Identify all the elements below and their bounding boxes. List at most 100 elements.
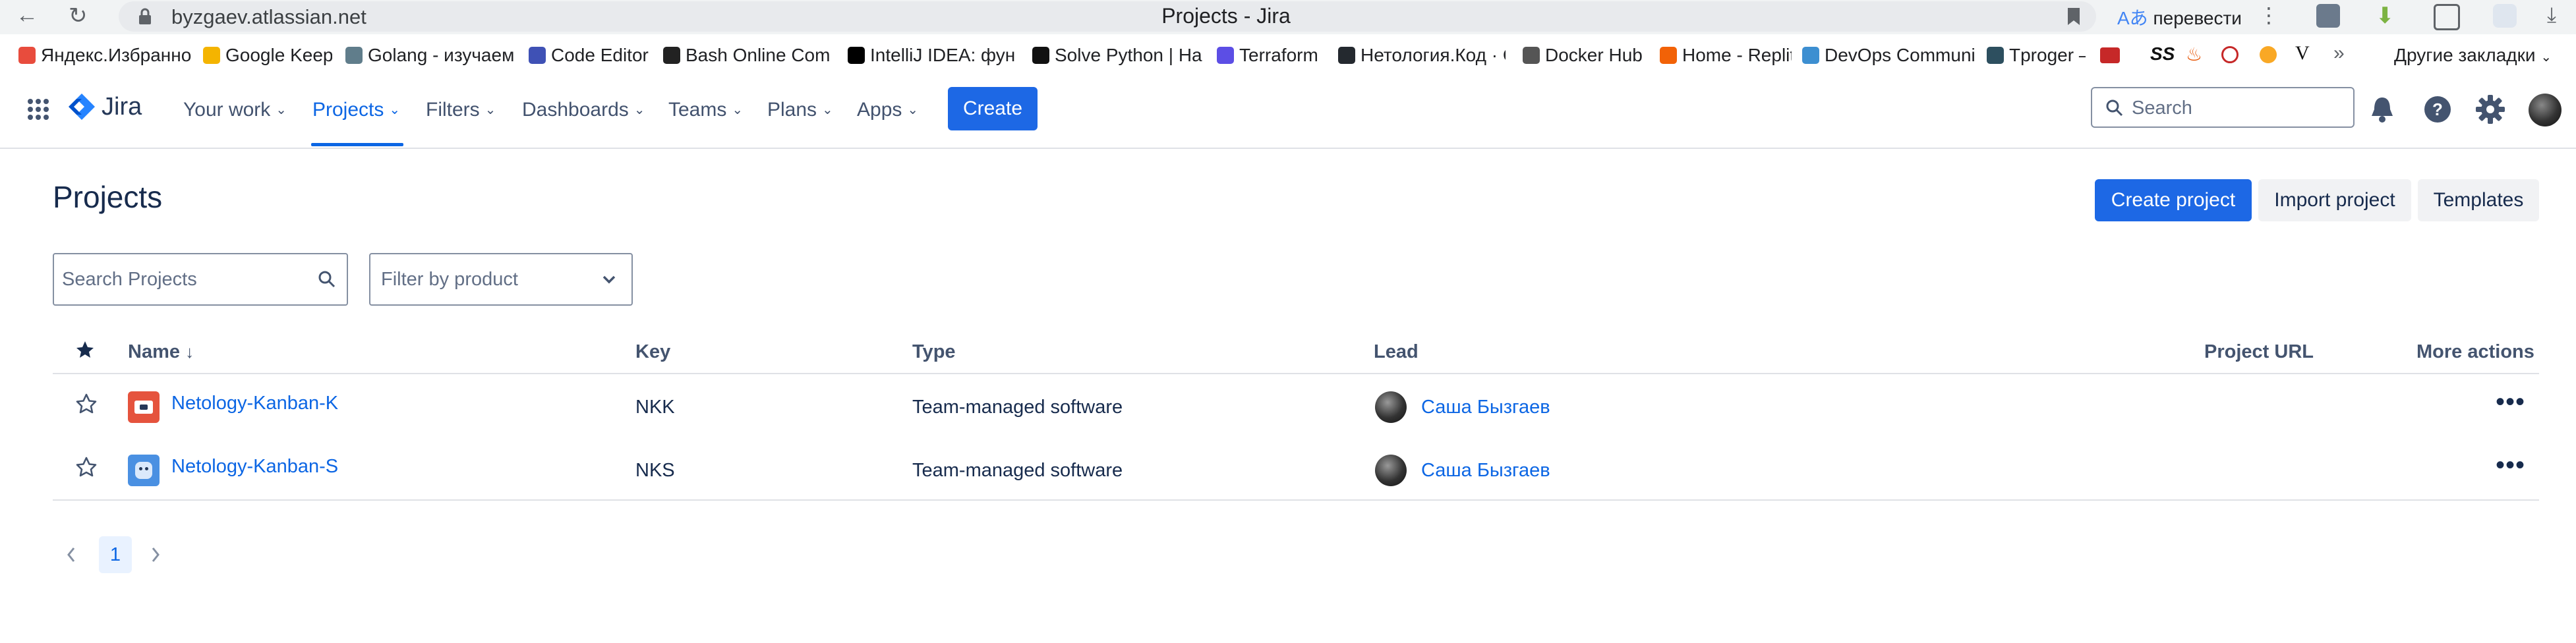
chevron-down-icon: ⌄ (822, 103, 833, 117)
settings-gear-icon[interactable] (2476, 95, 2505, 124)
bookmark-favicon-icon (345, 47, 363, 64)
kebab-menu-icon[interactable]: ⋮ (2258, 3, 2279, 28)
star-outline-icon[interactable] (75, 456, 98, 478)
more-actions-icon[interactable]: ••• (2496, 387, 2525, 417)
column-header-project-url: Project URL (2204, 341, 2314, 362)
bookmark-item[interactable]: Яндекс.Избранно (18, 43, 229, 67)
bookmark-item[interactable]: Terraform (1217, 43, 1329, 67)
bookmark-item[interactable]: Code Editor (529, 43, 664, 67)
bookmark-favicon-icon (848, 47, 865, 64)
bookmark-item[interactable]: IntelliJ IDEA: функ (848, 43, 1015, 67)
filter-by-product-select[interactable]: Filter by product (369, 253, 633, 306)
bookmark-favicon[interactable] (2260, 46, 2277, 63)
lead-avatar (1375, 455, 1407, 486)
column-header-name[interactable]: Name ↓ (128, 341, 194, 363)
address-bar[interactable]: byzgaev.atlassian.net Projects - Jira (119, 1, 2096, 32)
project-name-link[interactable]: Netology-Kanban-K (171, 393, 338, 414)
create-button[interactable]: Create (948, 87, 1038, 130)
bookmark-favicon[interactable] (2100, 47, 2120, 63)
bookmark-favicon-icon (1032, 47, 1049, 64)
back-icon[interactable]: ← (16, 3, 38, 28)
lead-name-link[interactable]: Саша Бызгаев (1421, 397, 1550, 418)
star-filled-icon (76, 341, 94, 358)
svg-text:?: ? (2432, 99, 2443, 119)
bookmark-favicon-icon (203, 47, 220, 64)
table-bottom-divider (53, 499, 2539, 501)
url-text[interactable]: byzgaev.atlassian.net (171, 5, 366, 29)
project-avatar-icon (128, 391, 160, 423)
project-key: NKK (635, 397, 675, 418)
nav-teams[interactable]: Teams ⌄ (668, 99, 743, 121)
templates-button[interactable]: Templates (2418, 179, 2539, 221)
jira-logo-icon (69, 94, 95, 120)
extensions-puzzle-icon[interactable] (2434, 4, 2460, 30)
bookmark-favicon-icon (529, 47, 546, 64)
jira-logo[interactable]: Jira (67, 92, 142, 121)
profile-extension-icon[interactable] (2493, 4, 2517, 28)
bookmark-item[interactable]: Golang - изучаем (345, 43, 518, 67)
nav-your-work[interactable]: Your work ⌄ (183, 99, 287, 121)
tab-title: Projects - Jira (1161, 4, 1291, 28)
bookmark-favicon[interactable]: V (2295, 42, 2310, 65)
downloads-icon[interactable]: ⤓ (2547, 3, 2556, 28)
app-switcher-icon[interactable] (26, 98, 50, 121)
lead-name-link[interactable]: Саша Бызгаев (1421, 460, 1550, 482)
column-header-key: Key (635, 341, 671, 362)
search-icon (2106, 99, 2123, 117)
nav-projects[interactable]: Projects ⌄ (312, 99, 400, 121)
browser-toolbar: ← ↻ byzgaev.atlassian.net Projects - Jir… (0, 0, 2576, 34)
chevron-down-icon: ⌄ (484, 103, 496, 117)
help-icon[interactable]: ? (2423, 95, 2452, 124)
bookmark-item[interactable]: Google Keep (203, 43, 332, 67)
nav-filters[interactable]: Filters ⌄ (426, 99, 496, 121)
column-header-type: Type (912, 341, 956, 362)
user-avatar[interactable] (2529, 94, 2561, 126)
chevron-down-icon: ⌄ (389, 103, 401, 117)
bookmark-item[interactable]: Нетология.Код · G (1338, 43, 1506, 67)
create-project-button[interactable]: Create project (2095, 179, 2252, 221)
fire-icon[interactable]: ♨ (2186, 43, 2202, 65)
bookmark-favicon-icon (1660, 47, 1677, 64)
jira-logo-text: Jira (102, 92, 142, 121)
chevron-down-icon: ⌄ (276, 103, 287, 117)
translate-icon: Aあ (2117, 8, 2148, 28)
more-bookmarks-icon[interactable]: » (2333, 42, 2345, 65)
translate-button[interactable]: Aあ перевести (2117, 4, 2242, 30)
lock-icon (139, 8, 151, 24)
nav-plans[interactable]: Plans ⌄ (767, 99, 833, 121)
active-tab-indicator (311, 143, 403, 146)
bookmark-star-icon[interactable] (2066, 7, 2082, 26)
notifications-icon[interactable] (2369, 95, 2395, 124)
bookmark-favicon[interactable]: SS (2150, 43, 2175, 65)
star-outline-icon[interactable] (75, 393, 98, 415)
bookmark-item[interactable]: Docker Hub (1523, 43, 1648, 67)
table-row: Netology-Kanban-S NKS Team-managed softw… (53, 437, 2539, 499)
nav-apps[interactable]: Apps ⌄ (857, 99, 918, 121)
reload-icon[interactable]: ↻ (69, 3, 88, 29)
project-avatar-icon (128, 455, 160, 486)
bookmark-item[interactable]: Home - Replit (1660, 43, 1792, 67)
other-bookmarks[interactable]: Другие закладки ⌄ (2394, 45, 2552, 66)
more-actions-icon[interactable]: ••• (2496, 451, 2525, 480)
download-extension-icon[interactable]: ⬇ (2376, 3, 2395, 29)
nav-dashboards[interactable]: Dashboards ⌄ (522, 99, 645, 121)
project-search-input[interactable]: Search Projects (53, 253, 348, 306)
bookmark-favicon-icon (1523, 47, 1540, 64)
column-header-more-actions: More actions (2416, 341, 2534, 362)
page-1-button[interactable]: 1 (99, 536, 132, 573)
chevron-down-icon: ⌄ (907, 103, 919, 117)
chevron-down-icon (602, 275, 616, 284)
bookmark-item[interactable]: Tproger – (1987, 43, 2086, 67)
lead-avatar (1375, 391, 1407, 423)
bookmark-favicon-icon (1338, 47, 1355, 64)
bookmark-item[interactable]: Bash Online Comp (663, 43, 829, 67)
import-project-button[interactable]: Import project (2258, 179, 2411, 221)
bookmark-item[interactable]: DevOps Communi (1802, 43, 1976, 67)
chevron-right-icon[interactable] (149, 545, 162, 564)
bookmark-item[interactable]: Solve Python | Hac (1032, 43, 1202, 67)
chevron-left-icon[interactable] (65, 545, 78, 564)
bookmark-favicon[interactable] (2221, 46, 2239, 63)
project-name-link[interactable]: Netology-Kanban-S (171, 456, 338, 478)
extension-icon[interactable] (2316, 4, 2340, 28)
global-search-input[interactable]: Search (2091, 87, 2355, 128)
